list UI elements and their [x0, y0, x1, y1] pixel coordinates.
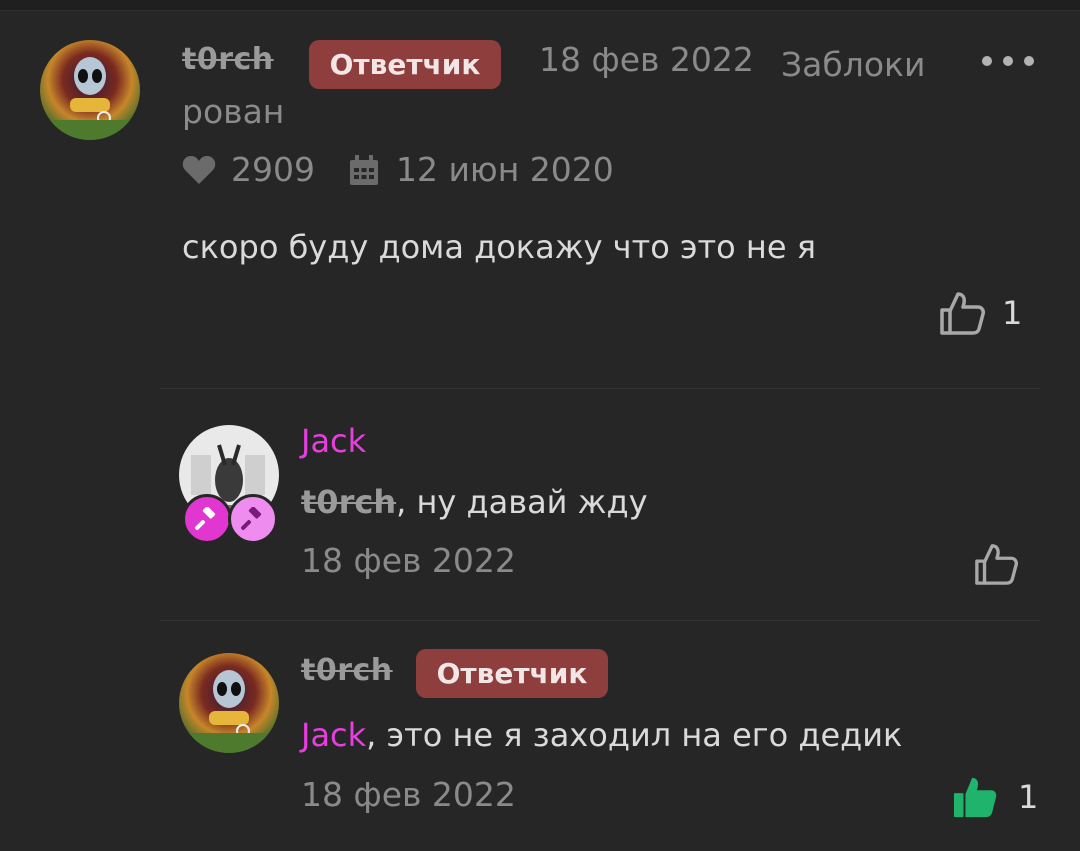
comment-date: 18 фев 2022 [539, 40, 754, 79]
reply-author-name[interactable]: Jack [301, 422, 366, 460]
gavel-icon [182, 494, 232, 544]
comment-text: скоро буду дома докажу что это не я [182, 228, 816, 266]
likes-received: 2909 [231, 150, 315, 189]
mention-link[interactable]: Jack [301, 716, 366, 754]
thumbs-up-filled-icon [953, 777, 997, 818]
join-date: 12 июн 2020 [396, 150, 614, 189]
like-count: 1 [1002, 294, 1023, 332]
respondent-badge: Ответчик [416, 649, 608, 698]
reply-text: Jack, это не я заходил на его дедик [301, 716, 902, 754]
thumbs-up-icon [975, 544, 1018, 585]
calendar-icon [348, 154, 380, 190]
comment-author-name[interactable]: t0rch [182, 42, 274, 77]
top-edge [0, 0, 1080, 11]
divider [160, 620, 1040, 621]
respondent-badge: Ответчик [309, 40, 501, 89]
blocked-status-part2: рован [182, 92, 285, 131]
reply-date: 18 фев 2022 [301, 775, 516, 814]
avatar-t0rch[interactable] [179, 653, 279, 753]
heart-icon [182, 155, 216, 189]
like-button[interactable]: 1 [952, 775, 1038, 819]
more-options-icon[interactable] [982, 52, 1034, 70]
like-button[interactable] [973, 542, 1019, 586]
divider [160, 388, 1040, 389]
reply-text-rest: , ну давай жду [396, 483, 648, 521]
thumbs-up-icon [940, 292, 985, 335]
like-button[interactable]: 1 [938, 290, 1022, 336]
role-badges [182, 494, 278, 544]
reply-text-rest: , это не я заходил на его дедик [366, 716, 903, 754]
reply-author-name[interactable]: t0rch [301, 653, 393, 688]
gavel-icon [228, 494, 278, 544]
reply-date: 18 фев 2022 [301, 541, 516, 580]
avatar-t0rch[interactable] [40, 40, 140, 140]
mention-link[interactable]: t0rch [301, 483, 396, 521]
blocked-status-part1: Заблоки [781, 45, 926, 84]
reply-text: t0rch, ну давай жду [301, 483, 648, 521]
like-count: 1 [1018, 778, 1039, 816]
